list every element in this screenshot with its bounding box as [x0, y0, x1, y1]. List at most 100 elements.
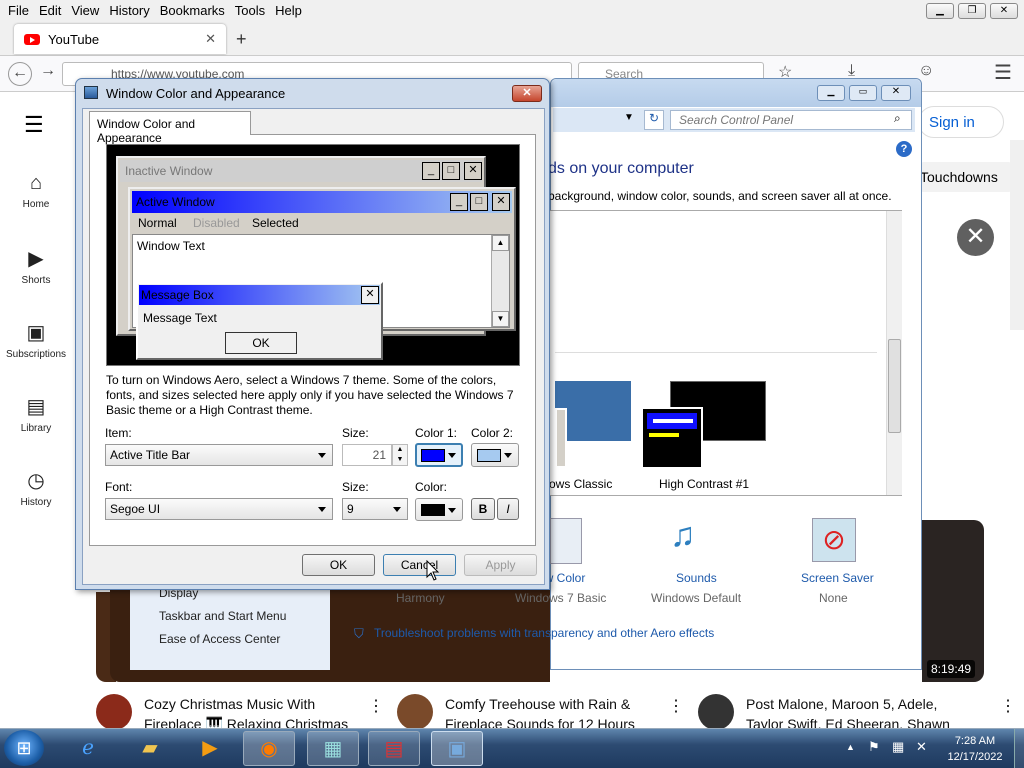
size-input[interactable]: 21	[342, 444, 392, 466]
network-icon[interactable]: ▦	[892, 739, 904, 755]
minimize-button[interactable]: ▁	[926, 3, 954, 19]
screen-saver-icon[interactable]: ⊘	[812, 518, 856, 562]
more-options-icon[interactable]: ⋮	[668, 696, 684, 716]
explorer-folder-icon[interactable]: ▰	[124, 731, 176, 766]
tab-youtube[interactable]: YouTube ✕	[14, 24, 226, 54]
cp-maximize-button[interactable]: ▭	[849, 85, 877, 101]
channel-avatar[interactable]	[397, 694, 433, 730]
hamburger-menu-icon[interactable]: ☰	[994, 60, 1012, 85]
control-panel-taskbar-icon[interactable]: ▦	[307, 731, 359, 766]
history-icon: ◷	[27, 470, 45, 492]
tab-title: YouTube	[48, 31, 100, 47]
menu-history[interactable]: History	[105, 3, 153, 18]
display-settings-taskbar-icon[interactable]: ▣	[431, 731, 483, 766]
color1-picker[interactable]	[415, 443, 463, 467]
chevron-down-icon	[448, 453, 456, 458]
firefox-taskbar-icon[interactable]: ◉	[243, 731, 295, 766]
item-label: Item:	[105, 426, 132, 440]
cp-close-button[interactable]: ✕	[881, 85, 911, 101]
cp-screen-saver-value: None	[819, 591, 848, 605]
video-title-2[interactable]: Comfy Treehouse with Rain & Fireplace Sou…	[445, 694, 665, 728]
refresh-icon[interactable]: ↻	[644, 110, 664, 130]
cp-window-color-value: Windows 7 Basic	[515, 591, 607, 605]
chevron-down-icon[interactable]: ▼	[624, 112, 634, 123]
cp-minimize-button[interactable]: ▁	[817, 85, 845, 101]
video-title-1[interactable]: Cozy Christmas Music With Fireplace 🎹 Rel…	[144, 694, 364, 728]
see-also-ease-of-access[interactable]: Ease of Access Center	[159, 632, 280, 646]
subscriptions-icon: ▣	[26, 322, 46, 344]
see-also-taskbar[interactable]: Taskbar and Start Menu	[159, 609, 286, 623]
color2-picker[interactable]	[471, 443, 519, 467]
taskbar-clock[interactable]: 7:28 AM 12/17/2022	[940, 733, 1010, 765]
size-label: Size:	[342, 426, 369, 440]
back-icon[interactable]: ←	[8, 62, 32, 86]
sounds-icon[interactable]: ♫	[670, 516, 696, 555]
channel-avatar[interactable]	[96, 694, 132, 730]
sidebar-item-shorts[interactable]: ▶ Shorts	[0, 246, 72, 286]
menu-bookmarks[interactable]: Bookmarks	[156, 3, 229, 18]
cp-search-input[interactable]: Search Control Panel	[670, 110, 912, 130]
cp-subheading: background, window color, sounds, and sc…	[548, 189, 892, 203]
preview-message-box: Message Box ✕ Message Text OK	[136, 282, 383, 360]
sidebar-item-history[interactable]: ◷ History	[0, 468, 72, 508]
font-dropdown[interactable]: Segoe UI	[105, 498, 333, 520]
troubleshoot-link[interactable]: Troubleshoot problems with transparency …	[374, 626, 714, 640]
theme-list-scrollbar[interactable]	[886, 211, 902, 495]
size-stepper[interactable]: ▲ ▼	[392, 444, 408, 466]
page-scrollbar[interactable]	[1010, 140, 1024, 330]
sidebar-item-subscriptions[interactable]: ▣ Subscriptions	[0, 320, 72, 360]
close-overlay-button[interactable]: ✕	[957, 219, 994, 256]
menu-view[interactable]: View	[67, 3, 103, 18]
smiley-icon[interactable]: ☺	[918, 62, 934, 80]
more-options-icon[interactable]: ⋮	[368, 696, 384, 716]
cp-screen-saver-link[interactable]: Screen Saver	[801, 571, 874, 585]
msgbox-ok: OK	[225, 332, 297, 354]
sign-in-button[interactable]: Sign in	[918, 106, 1004, 138]
toolbox-taskbar-icon[interactable]: ▤	[368, 731, 420, 766]
cancel-button[interactable]: Cancel	[383, 554, 456, 576]
start-button[interactable]: ⊞	[4, 730, 44, 766]
home-icon: ⌂	[29, 172, 43, 194]
sidebar-item-library[interactable]: ▤ Library	[0, 394, 72, 434]
font-size-dropdown[interactable]: 9	[342, 498, 408, 520]
dialog-title: Window Color and Appearance	[106, 86, 286, 101]
media-player-icon[interactable]: ▶	[184, 731, 236, 766]
ok-button[interactable]: OK	[302, 554, 375, 576]
show-desktop-button[interactable]	[1014, 729, 1024, 768]
shorts-icon: ▶	[28, 248, 44, 270]
menu-file[interactable]: File	[4, 3, 33, 18]
video-title-3[interactable]: Post Malone, Maroon 5, Adele, Taylor Swif…	[746, 694, 966, 728]
help-icon[interactable]: ?	[896, 141, 912, 157]
close-tab-icon[interactable]: ✕	[205, 31, 216, 47]
close-window-button[interactable]: ✕	[990, 3, 1018, 19]
forward-icon[interactable]: →	[40, 62, 56, 80]
theme-label-hc1: High Contrast #1	[659, 477, 750, 491]
item-dropdown[interactable]: Active Title Bar	[105, 444, 333, 466]
new-tab-button[interactable]: +	[236, 29, 247, 50]
more-options-icon[interactable]: ⋮	[1000, 696, 1016, 716]
bold-button[interactable]: B	[471, 498, 495, 520]
italic-button[interactable]: I	[497, 498, 519, 520]
video-thumbnail-3[interactable]	[922, 520, 984, 682]
menu-edit[interactable]: Edit	[35, 3, 65, 18]
font-color-picker[interactable]	[415, 498, 463, 521]
channel-avatar[interactable]	[698, 694, 734, 730]
dialog-close-button[interactable]: ✕	[512, 85, 542, 102]
chip-touchdowns[interactable]: Touchdowns	[918, 162, 1014, 192]
menu-tools[interactable]: Tools	[231, 3, 269, 18]
sidebar-item-home[interactable]: ⌂ Home	[0, 172, 72, 210]
volume-muted-icon[interactable]: ✕	[916, 739, 927, 755]
tab-window-color[interactable]: Window Color and Appearance	[89, 111, 251, 145]
cp-sounds-link[interactable]: Sounds	[676, 571, 717, 585]
cp-harmony-label: Harmony	[396, 591, 445, 605]
window-color-icon[interactable]	[550, 518, 582, 564]
theme-label-classic: ows Classic	[549, 477, 613, 491]
menu-selected: Selected	[252, 216, 299, 230]
show-hidden-icons[interactable]: ▲	[846, 742, 855, 752]
apply-button[interactable]: Apply	[464, 554, 537, 576]
restore-button[interactable]: ❐	[958, 3, 986, 19]
internet-explorer-icon[interactable]: ℯ	[62, 731, 114, 766]
msgbox-title: Message Box	[139, 285, 380, 305]
menu-help[interactable]: Help	[271, 3, 306, 18]
flag-icon[interactable]: ⚑	[868, 739, 880, 755]
